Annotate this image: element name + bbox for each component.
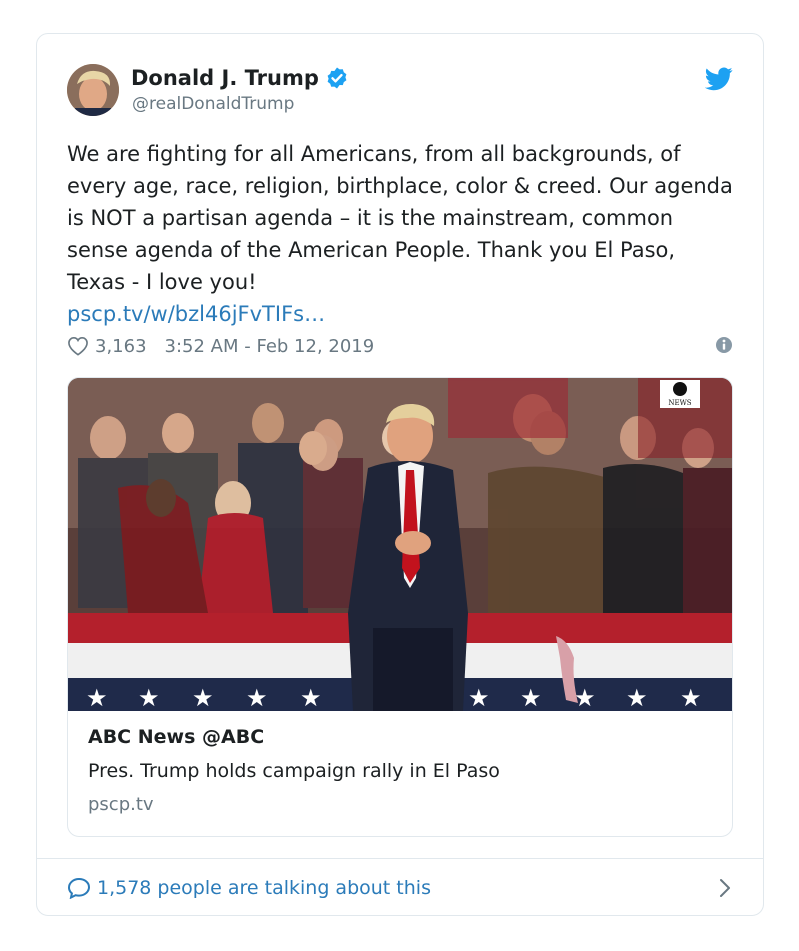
media-badge: NEWS: [668, 399, 691, 407]
tweet-timestamp[interactable]: 3:52 AM - Feb 12, 2019: [165, 336, 375, 357]
avatar[interactable]: [67, 64, 119, 116]
twitter-bird-icon[interactable]: [705, 67, 733, 91]
svg-text:★: ★: [520, 684, 542, 711]
tweet-link[interactable]: pscp.tv/w/bzl46jFvTIFs…: [67, 298, 739, 330]
tweet-text-block: We are fighting for all Americans, from …: [67, 138, 739, 330]
chevron-right-icon[interactable]: [719, 878, 731, 898]
media-meta: ABC News @ABC Pres. Trump holds campaign…: [88, 726, 708, 815]
verified-badge-icon: [327, 67, 347, 89]
media-title[interactable]: Pres. Trump holds campaign rally in El P…: [88, 760, 708, 782]
svg-text:★: ★: [626, 684, 648, 711]
tweet-meta: 3,163 3:52 AM - Feb 12, 2019: [67, 333, 733, 359]
media-domain: pscp.tv: [88, 794, 154, 815]
svg-text:★: ★: [468, 684, 490, 711]
tweet-card: Donald J. Trump @realDonaldTrump We are …: [36, 33, 764, 916]
media-source[interactable]: ABC News @ABC: [88, 726, 708, 748]
author-handle[interactable]: @realDonaldTrump: [132, 94, 294, 114]
tweet-text: We are fighting for all Americans, from …: [67, 142, 733, 294]
media-card[interactable]: ★ ★ ★ ★ ★ ★ ★ ★ ★ ★ NEWS ABC News @ABC P…: [67, 377, 733, 837]
svg-text:★: ★: [680, 684, 702, 711]
heart-icon[interactable]: [67, 336, 89, 356]
rally-video-thumbnail[interactable]: ★ ★ ★ ★ ★ ★ ★ ★ ★ ★ NEWS: [68, 378, 733, 711]
author-name-row[interactable]: Donald J. Trump: [131, 66, 349, 90]
svg-text:★: ★: [86, 684, 108, 711]
svg-text:★: ★: [574, 684, 596, 711]
author-name[interactable]: Donald J. Trump: [131, 66, 319, 90]
like-count[interactable]: 3,163: [95, 336, 147, 357]
conversation-footer[interactable]: 1,578 people are talking about this: [37, 858, 763, 916]
svg-text:★: ★: [192, 684, 214, 711]
comment-bubble-icon: [67, 877, 91, 899]
info-icon[interactable]: [715, 336, 733, 354]
svg-text:★: ★: [246, 684, 268, 711]
talking-count-link[interactable]: 1,578 people are talking about this: [97, 877, 431, 899]
svg-text:★: ★: [138, 684, 160, 711]
svg-text:★: ★: [300, 684, 322, 711]
